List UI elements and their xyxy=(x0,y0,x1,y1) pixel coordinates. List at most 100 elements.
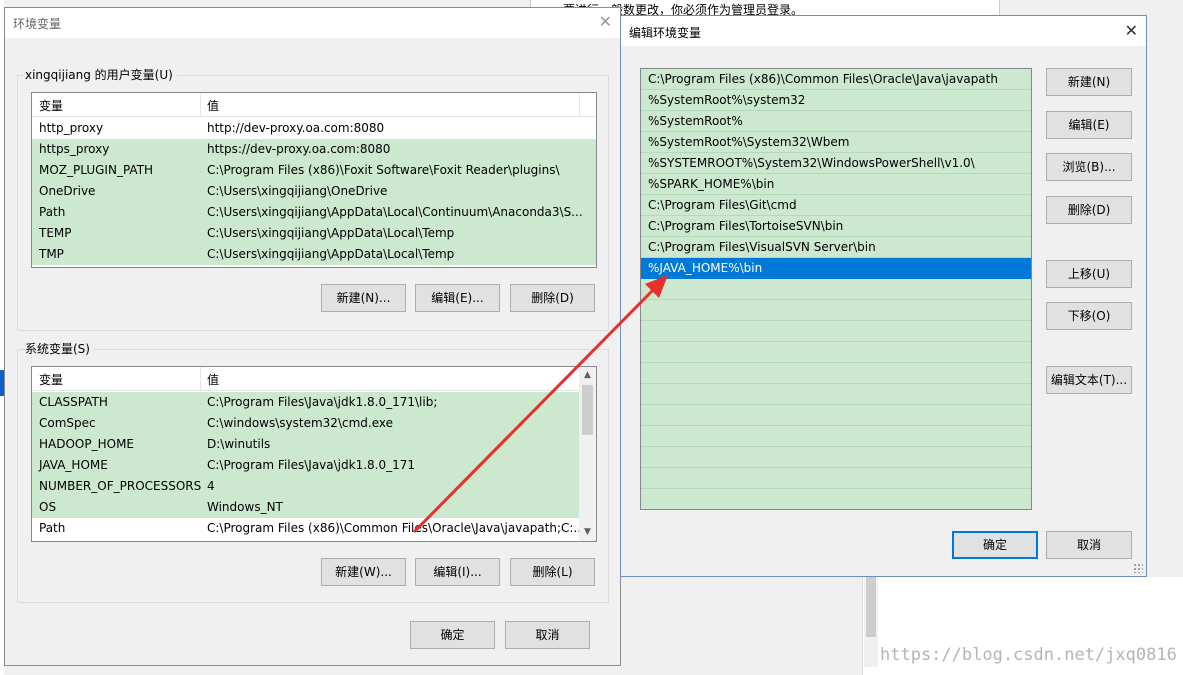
edit-text-button[interactable]: 编辑文本(T)... xyxy=(1046,366,1132,394)
var-name: TMP xyxy=(39,247,64,261)
system-edit-button[interactable]: 编辑(I)... xyxy=(415,558,500,586)
empty-row[interactable] xyxy=(641,384,1031,405)
var-name: OneDrive xyxy=(39,184,96,198)
empty-row[interactable] xyxy=(641,279,1031,300)
list-item[interactable]: %SystemRoot% xyxy=(641,111,1031,132)
var-name: MOZ_PLUGIN_PATH xyxy=(39,163,154,177)
cancel-button[interactable]: 取消 xyxy=(505,621,590,649)
path-entry: %SYSTEMROOT%\System32\WindowsPowerShell\… xyxy=(648,156,975,170)
env-dialog-title: 环境变量 xyxy=(13,17,62,31)
scroll-up-icon[interactable]: ▲ xyxy=(579,367,596,384)
ok-button[interactable]: 确定 xyxy=(952,531,1038,559)
var-name: CLASSPATH xyxy=(39,395,108,409)
table-row[interactable]: ComSpec C:\windows\system32\cmd.exe xyxy=(32,413,579,434)
table-row[interactable]: JAVA_HOME C:\Program Files\Java\jdk1.8.0_… xyxy=(32,455,579,476)
var-name: HADOOP_HOME xyxy=(39,437,135,451)
var-value: C:\Program Files (x86)\Foxit Software\Fo… xyxy=(207,163,560,177)
scroll-down-icon[interactable]: ▼ xyxy=(579,524,596,541)
var-value: C:\Users\xingqijiang\AppData\Local\Temp xyxy=(207,226,455,240)
table-row[interactable]: TEMP C:\Users\xingqijiang\AppData\Local\T… xyxy=(32,223,596,244)
list-item[interactable]: C:\Program Files\VisualSVN Server\bin xyxy=(641,237,1031,258)
column-header-value[interactable]: 值 xyxy=(207,97,219,114)
user-vars-list[interactable]: 变量 值 http_proxy http://dev-proxy.oa.com:8… xyxy=(31,92,597,268)
var-name: Path xyxy=(39,521,66,535)
var-name: NUMBER_OF_PROCESSORS xyxy=(39,479,202,493)
column-separator[interactable] xyxy=(200,367,201,391)
system-vars-header: 变量 值 xyxy=(32,367,596,391)
table-row[interactable]: NUMBER_OF_PROCESSORS 4 xyxy=(32,476,579,497)
var-name: TEMP xyxy=(39,226,72,240)
list-item[interactable]: %SystemRoot%\system32 xyxy=(641,90,1031,111)
var-value: 4 xyxy=(207,479,215,493)
user-delete-button[interactable]: 删除(D) xyxy=(510,284,595,312)
system-vars-group-label: 系统变量(S) xyxy=(25,340,94,357)
new-path-button[interactable]: 新建(N) xyxy=(1046,68,1132,96)
table-row[interactable]: TMP C:\Users\xingqijiang\AppData\Local\Te… xyxy=(32,244,596,265)
column-separator[interactable] xyxy=(200,93,201,117)
empty-row[interactable] xyxy=(641,342,1031,363)
path-entry: C:\Program Files\VisualSVN Server\bin xyxy=(648,240,876,254)
background-scroll-thumb[interactable] xyxy=(866,577,876,637)
list-item[interactable]: %JAVA_HOME%\bin xyxy=(641,258,1031,279)
list-item[interactable]: %SYSTEMROOT%\System32\WindowsPowerShell\… xyxy=(641,153,1031,174)
user-vars-header: 变量 值 xyxy=(32,93,596,117)
var-value: https://dev-proxy.oa.com:8080 xyxy=(207,142,391,156)
list-item[interactable]: C:\Program Files\TortoiseSVN\bin xyxy=(641,216,1031,237)
browse-button[interactable]: 浏览(B)... xyxy=(1046,153,1132,181)
empty-row[interactable] xyxy=(641,468,1031,489)
user-new-button[interactable]: 新建(N)... xyxy=(321,284,406,312)
var-value: C:\Users\xingqijiang\AppData\Local\Conti… xyxy=(207,205,583,219)
table-row[interactable]: CLASSPATH C:\Program Files\Java\jdk1.8.0_… xyxy=(32,392,579,413)
list-item[interactable]: %SystemRoot%\System32\Wbem xyxy=(641,132,1031,153)
path-list[interactable]: C:\Program Files (x86)\Common Files\Orac… xyxy=(640,68,1032,510)
table-row[interactable]: Path C:\Program Files (x86)\Common Files\… xyxy=(32,518,579,539)
column-separator[interactable] xyxy=(579,93,580,117)
var-name: JAVA_HOME xyxy=(39,458,108,472)
empty-row[interactable] xyxy=(641,447,1031,468)
resize-grip-icon[interactable] xyxy=(1133,563,1143,573)
path-entry: C:\Program Files (x86)\Common Files\Orac… xyxy=(648,72,998,86)
empty-row[interactable] xyxy=(641,405,1031,426)
system-vars-scrollbar[interactable]: ▲ ▼ xyxy=(579,367,596,541)
system-new-button[interactable]: 新建(W)... xyxy=(321,558,406,586)
close-icon[interactable]: ✕ xyxy=(1125,22,1138,40)
var-value: C:\Program Files\Java\jdk1.8.0_171 xyxy=(207,458,416,472)
move-up-button[interactable]: 上移(U) xyxy=(1046,260,1132,288)
background-scrollbar[interactable] xyxy=(864,577,878,667)
path-entry: C:\Program Files\TortoiseSVN\bin xyxy=(648,219,844,233)
var-value: Windows_NT xyxy=(207,500,283,514)
list-item[interactable]: C:\Program Files\Git\cmd xyxy=(641,195,1031,216)
path-entry: %JAVA_HOME%\bin xyxy=(648,261,763,275)
list-item[interactable]: %SPARK_HOME%\bin xyxy=(641,174,1031,195)
var-value: C:\Users\xingqijiang\OneDrive xyxy=(207,184,388,198)
move-down-button[interactable]: 下移(O) xyxy=(1046,302,1132,330)
cancel-button[interactable]: 取消 xyxy=(1046,531,1132,559)
var-value: C:\Program Files (x86)\Common Files\Orac… xyxy=(207,521,579,535)
close-icon[interactable]: ✕ xyxy=(599,13,612,31)
empty-row[interactable] xyxy=(641,300,1031,321)
delete-path-button[interactable]: 删除(D) xyxy=(1046,196,1132,224)
scroll-thumb[interactable] xyxy=(582,385,593,435)
column-header-value[interactable]: 值 xyxy=(207,371,219,388)
table-row[interactable]: OS Windows_NT xyxy=(32,497,579,518)
table-row[interactable]: Path C:\Users\xingqijiang\AppData\Local\C… xyxy=(32,202,596,223)
table-row[interactable]: https_proxy https://dev-proxy.oa.com:8080 xyxy=(32,139,596,160)
table-row[interactable]: http_proxy http://dev-proxy.oa.com:8080 xyxy=(32,118,596,139)
var-value: C:\Users\xingqijiang\AppData\Local\Temp xyxy=(207,247,455,261)
user-edit-button[interactable]: 编辑(E)... xyxy=(415,284,500,312)
ok-button[interactable]: 确定 xyxy=(410,621,495,649)
column-header-variable[interactable]: 变量 xyxy=(39,97,63,114)
table-row[interactable]: HADOOP_HOME D:\winutils xyxy=(32,434,579,455)
empty-row[interactable] xyxy=(641,363,1031,384)
system-delete-button[interactable]: 删除(L) xyxy=(510,558,595,586)
empty-row[interactable] xyxy=(641,426,1031,447)
empty-row[interactable] xyxy=(641,321,1031,342)
table-row[interactable]: OneDrive C:\Users\xingqijiang\OneDrive xyxy=(32,181,596,202)
var-value: D:\winutils xyxy=(207,437,271,451)
column-header-variable[interactable]: 变量 xyxy=(39,371,63,388)
system-vars-list[interactable]: 变量 值 CLASSPATH C:\Program Files\Java\jdk1… xyxy=(31,366,597,542)
table-row[interactable]: MOZ_PLUGIN_PATH C:\Program Files (x86)\Fo… xyxy=(32,160,596,181)
edit-path-button[interactable]: 编辑(E) xyxy=(1046,111,1132,139)
list-item[interactable]: C:\Program Files (x86)\Common Files\Orac… xyxy=(641,69,1031,90)
edit-dialog-titlebar: 编辑环境变量 ✕ xyxy=(621,16,1146,46)
